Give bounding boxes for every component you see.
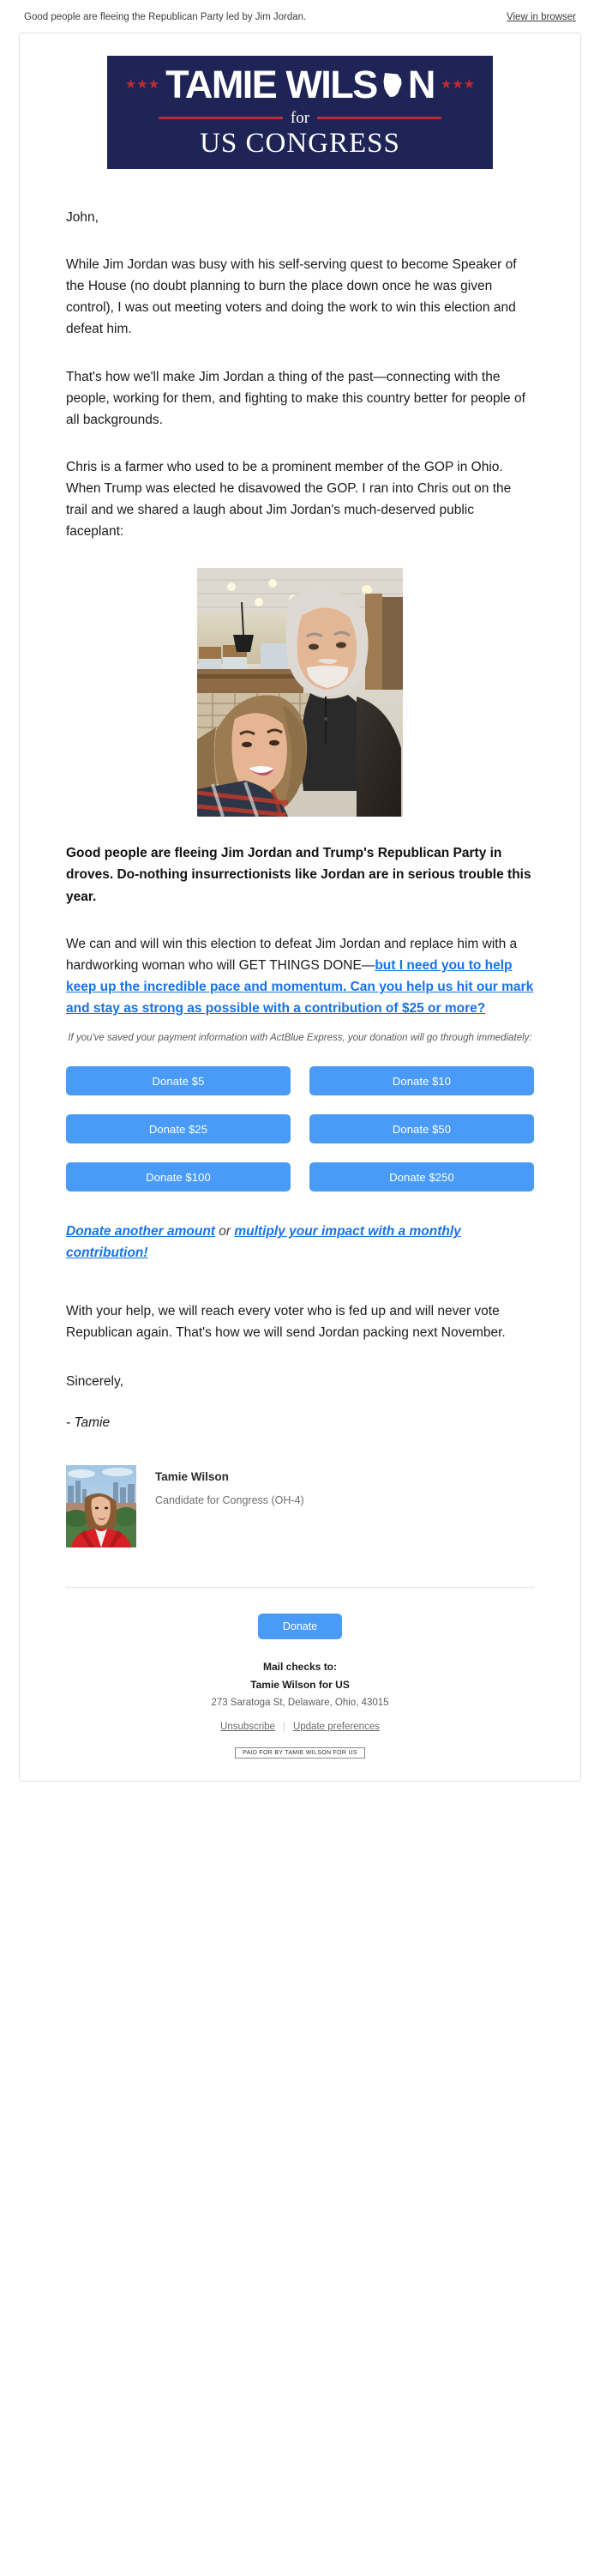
preheader-subject: Good people are fleeing the Republican P… [24,12,307,22]
letter-bold-paragraph: Good people are fleeing Jim Jordan and T… [66,846,531,904]
stars-left-icon: ★★★ [124,77,160,93]
letter-signature: - Tamie [66,1415,111,1430]
signature-role: Candidate for Congress (OH-4) [155,1493,304,1506]
committee-name: Tamie Wilson for US [250,1678,350,1691]
inline-photo-wrap [66,568,534,817]
or-word: or [219,1224,231,1240]
email-body-card: ★★★ TAMIE WILS N ★★★ for US CONGRESS John… [19,33,581,1782]
email-preheader: Good people are fleeing the Republican P… [0,0,600,33]
email-footer: Donate Mail checks to: Tamie Wilson for … [20,1588,580,1759]
committee-address: 273 Saratoga St, Delaware, Ohio, 43015 [211,1697,389,1708]
mail-checks-label: Mail checks to: [262,1660,338,1673]
footer-link-separator: | [282,1721,285,1732]
view-in-browser-link[interactable]: View in browser [507,12,576,22]
donate-another-amount-link[interactable]: Donate another amount [66,1224,215,1239]
campaign-banner-wrap: ★★★ TAMIE WILS N ★★★ for US CONGRESS [20,33,580,169]
donate-button-50[interactable]: Donate $50 [309,1114,534,1144]
update-preferences-link[interactable]: Update preferences [293,1722,380,1732]
selfie-photo-tamie-and-chris [197,568,403,817]
letter-paragraph-2: That's how we'll make Jim Jordan a thing… [66,369,525,427]
headshot-tamie-wilson [66,1464,136,1547]
footer-donate-button[interactable]: Donate [258,1613,342,1639]
banner-office: US CONGRESS [200,128,400,160]
letter-donation-ask: We can and will win this election to def… [66,933,534,1019]
banner-name-text-2: N [407,63,436,107]
actblue-express-note: If you've saved your payment information… [68,1033,532,1044]
other-amount-row: Donate another amount or multiply your i… [66,1221,534,1264]
signature-card: Tamie Wilson Candidate for Congress (OH-… [66,1464,534,1547]
banner-for-word: for [290,109,310,128]
footer-links: Unsubscribe | Update preferences [66,1722,534,1732]
banner-name-text: TAMIE WILS [165,63,378,107]
paid-for-disclaimer: PAID FOR BY TAMIE WILSON FOR US [235,1746,365,1759]
letter-paragraph-3: Chris is a farmer who used to be a promi… [66,459,512,540]
donate-amount-grid: Donate $5 Donate $10 Donate $25 Donate $… [66,1066,534,1192]
banner-for-row: for [159,110,441,126]
donate-button-10[interactable]: Donate $10 [309,1066,534,1096]
campaign-banner: ★★★ TAMIE WILS N ★★★ for US CONGRESS [107,56,493,169]
letter-salutation: John, [66,210,99,225]
signature-name: Tamie Wilson [155,1469,229,1483]
letter-closing-paragraph: With your help, we will reach every vote… [66,1303,506,1340]
letter-paragraph-1: While Jim Jordan was busy with his self-… [66,257,517,337]
donate-button-100[interactable]: Donate $100 [66,1162,291,1192]
stars-right-icon: ★★★ [440,77,476,93]
banner-rule-right [317,117,441,120]
donate-button-250[interactable]: Donate $250 [309,1162,534,1192]
ohio-state-shape-icon [378,70,407,100]
unsubscribe-link[interactable]: Unsubscribe [220,1722,275,1732]
donate-button-25[interactable]: Donate $25 [66,1114,291,1144]
letter-sign-off: Sincerely, [66,1373,123,1389]
banner-candidate-name: TAMIE WILS N [165,65,435,104]
banner-rule-left [159,117,283,120]
donate-button-5[interactable]: Donate $5 [66,1066,291,1096]
